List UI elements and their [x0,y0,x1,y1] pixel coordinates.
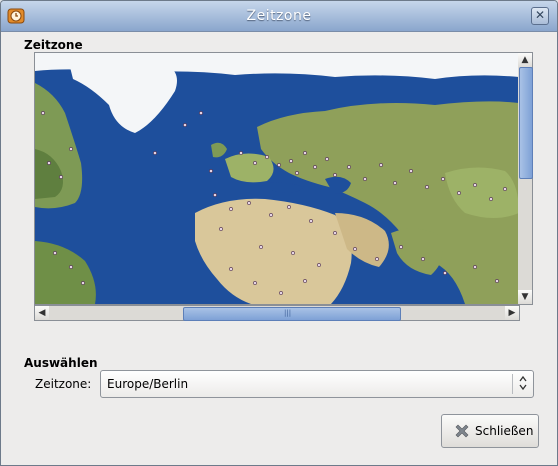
map-section-heading: Zeitzone [24,38,83,52]
combobox-separator [512,374,513,394]
vertical-scrollbar[interactable]: ▲ ▼ [518,52,533,305]
scroll-down-button[interactable]: ▼ [518,290,532,304]
timezone-dialog: Zeitzone ✕ Zeitzone ▲ ▼ ◀ ||| ▶ Auswähle… [0,0,558,466]
scroll-left-button[interactable]: ◀ [35,306,49,320]
timezone-label: Zeitzone: [35,377,92,391]
timezone-value: Europe/Berlin [107,377,189,391]
close-button-label: Schließen [475,424,534,438]
map-scrolled-window: ▲ ▼ ◀ ||| ▶ [34,52,533,322]
select-section-heading: Auswählen [24,356,98,370]
close-icon [455,424,469,438]
updown-arrows-icon [519,375,527,393]
window-close-button[interactable]: ✕ [531,7,549,25]
scroll-up-button[interactable]: ▲ [518,53,532,67]
horizontal-scroll-thumb[interactable]: ||| [183,307,401,321]
world-map-image [35,53,519,304]
scroll-grip-icon: ||| [284,309,292,317]
horizontal-scrollbar[interactable]: ◀ ||| ▶ [34,305,520,321]
window-title: Zeitzone [246,8,312,24]
titlebar[interactable]: Zeitzone ✕ [1,1,557,32]
timezone-combobox[interactable]: Europe/Berlin [100,370,534,398]
timezone-map[interactable] [34,52,520,305]
vertical-scroll-thumb[interactable] [519,67,533,179]
scroll-right-button[interactable]: ▶ [505,306,519,320]
close-button[interactable]: Schließen [441,414,539,448]
